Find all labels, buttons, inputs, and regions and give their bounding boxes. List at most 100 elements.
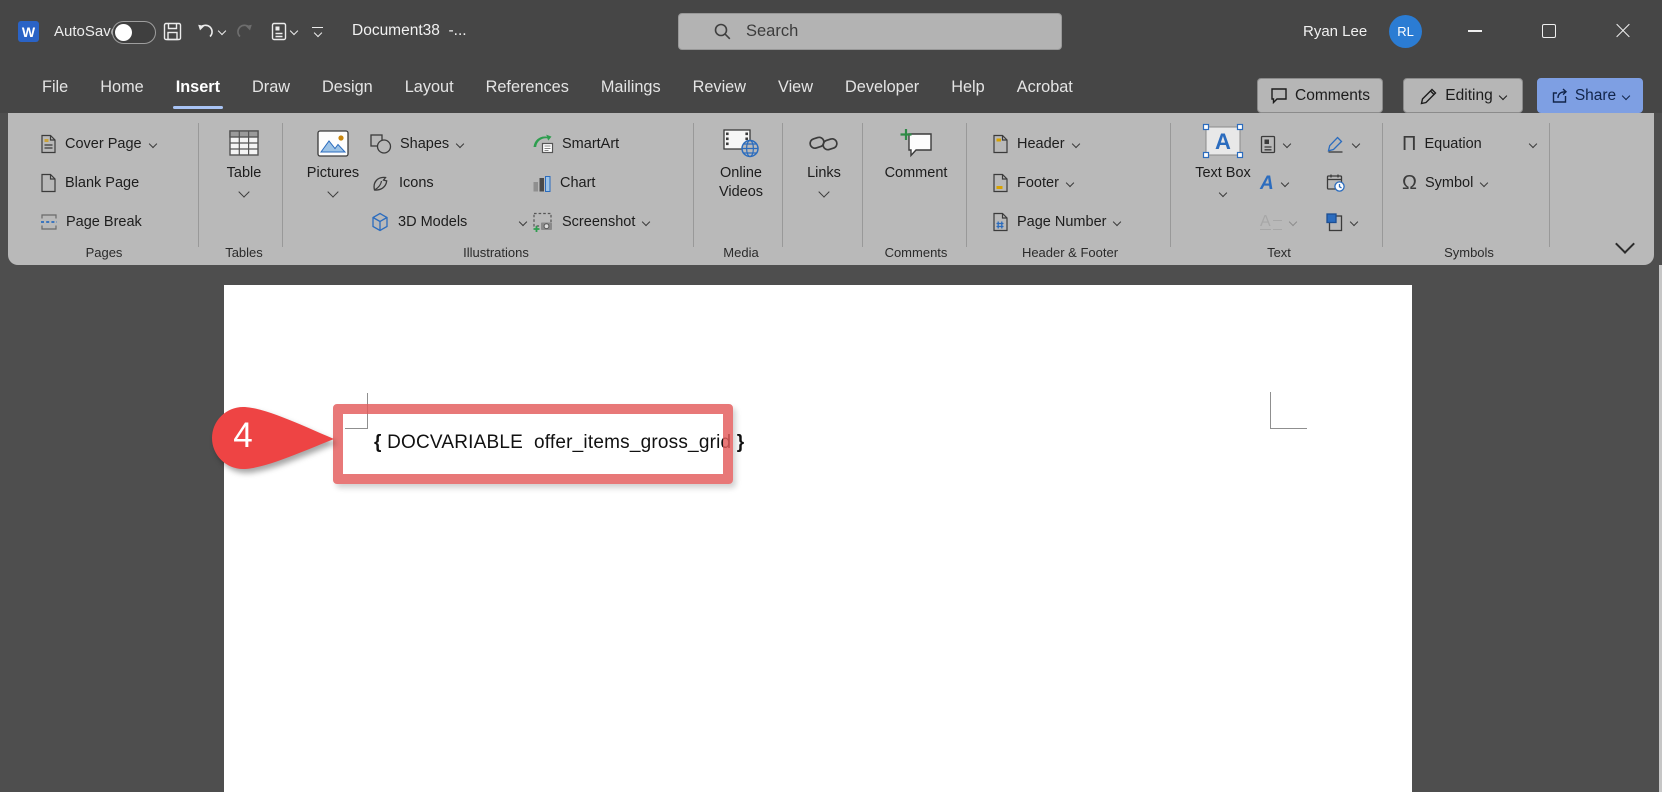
tab-home[interactable]: Home bbox=[84, 62, 159, 113]
comment-button[interactable]: Comment bbox=[876, 125, 956, 183]
text-box-icon: A bbox=[1201, 121, 1245, 161]
group-separator bbox=[282, 123, 283, 247]
header-footer-group-label: Header & Footer bbox=[970, 245, 1170, 260]
ribbon-group-illustrations: Pictures Shapes bbox=[300, 113, 692, 265]
redo-button bbox=[235, 0, 254, 62]
maximize-button[interactable] bbox=[1526, 0, 1572, 62]
text-box-chevron-icon bbox=[1219, 189, 1227, 197]
text-group-label: Text bbox=[1176, 245, 1382, 260]
tab-layout[interactable]: Layout bbox=[389, 62, 470, 113]
pictures-button[interactable]: Pictures bbox=[300, 125, 366, 196]
ribbon-group-text: A Text Box A A bbox=[1176, 113, 1382, 265]
margin-mark-right bbox=[1270, 392, 1271, 429]
minimize-button[interactable] bbox=[1452, 0, 1498, 62]
ribbon-group-header-footer: Header Footer bbox=[970, 113, 1170, 265]
avatar-initials: RL bbox=[1397, 24, 1414, 39]
document-canvas: { DOCVARIABLE offer_items_gross_grid } 4 bbox=[0, 265, 1662, 792]
document-page[interactable]: { DOCVARIABLE offer_items_gross_grid } bbox=[224, 285, 1412, 792]
tab-developer[interactable]: Developer bbox=[829, 62, 935, 113]
quick-parts-button[interactable] bbox=[1260, 129, 1290, 159]
ribbon-group-comments: Comment Comments bbox=[866, 113, 966, 265]
collapse-ribbon-icon[interactable] bbox=[1615, 234, 1635, 254]
quick-parts-chevron-icon bbox=[1283, 140, 1291, 148]
user-avatar[interactable]: RL bbox=[1389, 15, 1422, 48]
3d-models-button[interactable]: 3D Models bbox=[370, 207, 526, 237]
text-box-letter: A bbox=[1215, 129, 1231, 154]
3d-models-label: 3D Models bbox=[398, 214, 467, 230]
table-button[interactable]: Table bbox=[204, 125, 284, 196]
group-separator bbox=[1170, 123, 1171, 247]
screenshot-chevron-icon bbox=[642, 218, 650, 226]
quick-access-document-button[interactable] bbox=[271, 0, 297, 62]
screenshot-icon bbox=[532, 212, 554, 232]
document-panel-icon bbox=[271, 22, 287, 41]
footer-button[interactable]: Footer bbox=[992, 168, 1073, 198]
icons-button[interactable]: Icons bbox=[370, 168, 434, 198]
undo-button[interactable] bbox=[196, 0, 225, 62]
date-time-button[interactable] bbox=[1326, 168, 1346, 198]
tab-view[interactable]: View bbox=[762, 62, 829, 113]
tab-acrobat[interactable]: Acrobat bbox=[1001, 62, 1089, 113]
header-button[interactable]: Header bbox=[992, 129, 1079, 159]
smartart-button[interactable]: SmartArt bbox=[532, 129, 619, 159]
icons-bird-icon bbox=[370, 173, 391, 193]
links-button[interactable]: Links bbox=[794, 125, 854, 196]
customize-quick-access-button[interactable] bbox=[312, 0, 323, 62]
equation-button[interactable]: Π Equation bbox=[1402, 129, 1536, 159]
tab-design[interactable]: Design bbox=[306, 62, 389, 113]
tab-draw[interactable]: Draw bbox=[236, 62, 306, 113]
date-time-icon bbox=[1326, 173, 1346, 193]
tables-group-label: Tables bbox=[204, 245, 284, 260]
drop-cap-icon: A bbox=[1260, 215, 1282, 230]
close-button[interactable] bbox=[1600, 0, 1646, 62]
page-break-label: Page Break bbox=[66, 214, 142, 230]
editing-button[interactable]: Editing bbox=[1403, 78, 1523, 113]
word-logo-icon: W bbox=[18, 21, 39, 42]
page-break-button[interactable]: Page Break bbox=[40, 207, 142, 237]
comments-button[interactable]: Comments bbox=[1257, 78, 1383, 113]
header-label: Header bbox=[1017, 136, 1065, 152]
table-chevron-icon bbox=[238, 186, 249, 197]
tab-help[interactable]: Help bbox=[935, 62, 1001, 113]
3d-models-cube-icon bbox=[370, 212, 390, 232]
tab-review[interactable]: Review bbox=[677, 62, 762, 113]
group-separator bbox=[782, 123, 783, 247]
symbol-button[interactable]: Ω Symbol bbox=[1402, 168, 1487, 198]
symbol-chevron-icon bbox=[1480, 179, 1488, 187]
page-number-button[interactable]: Page Number bbox=[992, 207, 1120, 237]
share-button[interactable]: Share bbox=[1537, 78, 1643, 113]
ribbon: Cover Page Blank Page Page B bbox=[8, 113, 1654, 265]
editing-chevron-icon bbox=[1498, 91, 1506, 99]
text-box-button[interactable]: A Text Box bbox=[1192, 121, 1254, 202]
save-button[interactable] bbox=[163, 0, 182, 62]
shapes-button[interactable]: Shapes bbox=[370, 129, 526, 159]
cover-page-button[interactable]: Cover Page bbox=[40, 129, 156, 159]
minimize-icon bbox=[1468, 30, 1482, 32]
drop-cap-button: A bbox=[1260, 207, 1296, 237]
share-icon bbox=[1551, 87, 1568, 104]
autosave-toggle[interactable] bbox=[112, 21, 156, 44]
page-number-icon bbox=[992, 212, 1009, 232]
smartart-icon bbox=[532, 134, 554, 154]
wordart-button[interactable]: A bbox=[1260, 168, 1288, 198]
table-icon bbox=[229, 125, 259, 161]
tab-file[interactable]: File bbox=[26, 62, 84, 113]
new-comment-icon bbox=[899, 125, 933, 161]
comments-group-label: Comments bbox=[866, 245, 966, 260]
tab-mailings[interactable]: Mailings bbox=[585, 62, 677, 113]
cover-page-label: Cover Page bbox=[65, 136, 142, 152]
margin-mark-right bbox=[1270, 428, 1307, 429]
screenshot-button[interactable]: Screenshot bbox=[532, 207, 649, 237]
pictures-icon bbox=[317, 125, 349, 161]
tab-references[interactable]: References bbox=[470, 62, 585, 113]
toggle-knob bbox=[115, 24, 132, 41]
symbol-label: Symbol bbox=[1425, 175, 1473, 191]
online-videos-button[interactable]: Online Videos bbox=[710, 125, 772, 202]
blank-page-button[interactable]: Blank Page bbox=[40, 168, 139, 198]
object-button[interactable] bbox=[1326, 207, 1357, 237]
tab-insert[interactable]: Insert bbox=[160, 62, 236, 113]
signature-line-button[interactable] bbox=[1326, 129, 1359, 159]
chart-button[interactable]: Chart bbox=[532, 168, 595, 198]
search-input[interactable]: Search bbox=[678, 13, 1062, 50]
footer-chevron-icon bbox=[1066, 179, 1074, 187]
